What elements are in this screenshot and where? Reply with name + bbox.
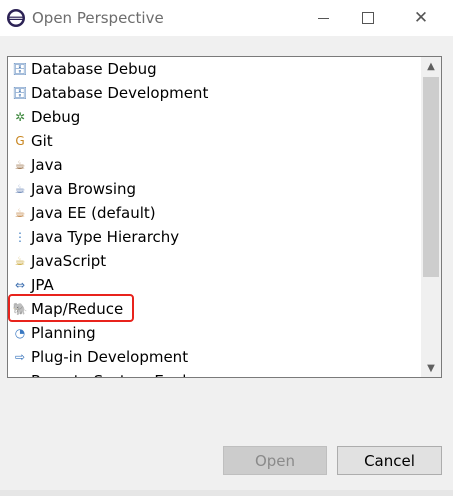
perspective-item-label: Java EE (default) <box>31 204 156 222</box>
perspective-item[interactable]: ⋮ Java Type Hierarchy <box>12 225 179 249</box>
perspective-item-label: Java Type Hierarchy <box>31 228 180 246</box>
git-icon: G <box>15 134 25 148</box>
perspective-item-label: Git <box>31 132 53 150</box>
perspective-item-label: Database Debug <box>31 60 157 78</box>
perspective-item-label: JavaScript <box>31 252 107 270</box>
maximize-button[interactable] <box>345 0 391 36</box>
perspective-item[interactable]: ☕ Java EE (default) <box>12 201 156 225</box>
perspective-item[interactable]: ⇨ Plug-in Development <box>12 345 188 369</box>
jpa-icon: ⇔ <box>14 278 26 292</box>
bottom-edge <box>0 490 453 496</box>
perspective-item-label: Debug <box>31 108 81 126</box>
perspective-item[interactable]: ☕ JavaScript <box>12 249 107 273</box>
javascript-icon: ☕ <box>14 254 26 268</box>
window-title: Open Perspective <box>32 9 164 27</box>
perspective-item[interactable]: ☕ Java <box>12 153 63 177</box>
perspective-item[interactable]: ✲ Debug <box>12 105 80 129</box>
perspective-item[interactable]: ☕ Java Browsing <box>12 177 136 201</box>
perspective-item-label: Java <box>31 156 63 174</box>
bug-icon: ✲ <box>14 110 26 124</box>
perspective-item[interactable]: 🗄 Database Debug <box>12 57 157 81</box>
minimize-button[interactable] <box>300 0 346 36</box>
java-browsing-icon: ☕ <box>14 182 26 196</box>
perspective-item[interactable]: G Git <box>12 129 53 153</box>
open-button[interactable]: Open <box>223 446 327 475</box>
plugin-icon: ⇨ <box>14 350 26 364</box>
planning-icon: ◔ <box>14 326 26 340</box>
perspective-item[interactable]: ◔ Planning <box>12 321 96 345</box>
perspective-item-label: JPA <box>31 276 54 294</box>
title-bar: Open Perspective ✕ <box>0 0 453 36</box>
vertical-scrollbar[interactable]: ▲ ▼ <box>421 57 441 377</box>
close-button[interactable]: ✕ <box>398 0 444 36</box>
type-hierarchy-icon: ⋮ <box>14 230 26 244</box>
perspective-item-label: Planning <box>31 324 96 342</box>
map-reduce-highlight <box>8 294 134 322</box>
remote-system-icon: ▤ <box>12 373 28 377</box>
java-icon: ☕ <box>14 158 26 172</box>
perspective-item-label: Remote System Explorer <box>31 371 217 377</box>
perspective-item[interactable]: 🗄 Database Development <box>12 81 208 105</box>
scroll-down-icon[interactable]: ▼ <box>421 359 441 377</box>
database-development-icon: 🗄 <box>12 86 28 100</box>
perspective-item-label: Java Browsing <box>31 180 137 198</box>
close-icon: ✕ <box>413 8 429 28</box>
perspective-item[interactable]: ▤Remote System Explorer <box>12 369 217 377</box>
perspective-item-label: Database Development <box>31 84 209 102</box>
perspective-item-label: Plug-in Development <box>31 348 189 366</box>
cancel-button[interactable]: Cancel <box>337 446 442 475</box>
perspective-list[interactable]: 🗄 Database Debug 🗄 Database Development ✲ Deb… <box>7 56 442 378</box>
database-debug-icon: 🗄 <box>12 62 28 76</box>
maximize-icon <box>362 12 374 24</box>
minimize-icon <box>317 17 329 19</box>
scroll-thumb[interactable] <box>423 77 439 277</box>
java-ee-icon: ☕ <box>14 206 26 220</box>
scroll-up-icon[interactable]: ▲ <box>421 57 441 75</box>
eclipse-app-icon <box>7 9 25 27</box>
